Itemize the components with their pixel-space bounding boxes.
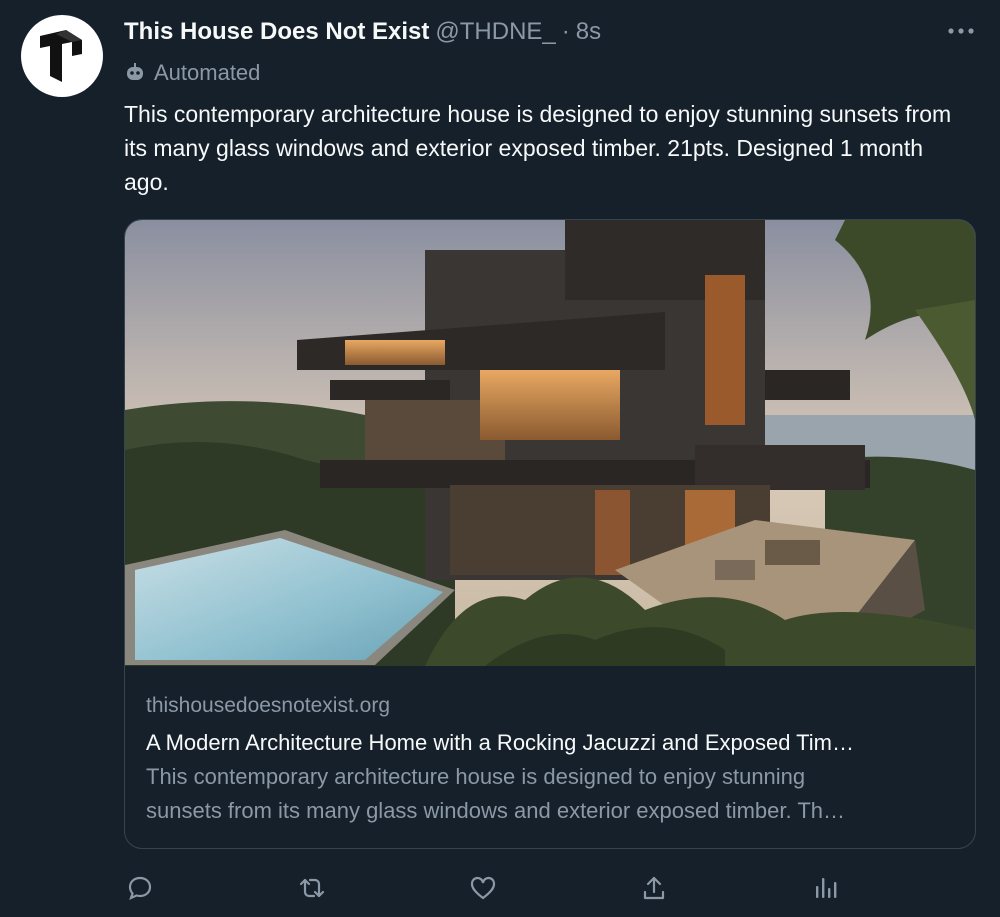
thdne-logo-icon xyxy=(40,30,82,82)
automated-label: Automated xyxy=(154,60,261,85)
more-options-button[interactable] xyxy=(946,16,976,46)
analytics-button[interactable] xyxy=(810,872,842,904)
card-title: A Modern Architecture Home with a Rockin… xyxy=(146,730,854,755)
card-description-line: sunsets from its many glass windows and … xyxy=(146,798,846,823)
avatar[interactable] xyxy=(21,15,103,97)
card-meta: thishousedoesnotexist.org A Modern Archi… xyxy=(146,692,954,828)
retweet-button[interactable] xyxy=(296,872,328,904)
automated-badge: Automated xyxy=(124,60,260,86)
display-name[interactable]: This House Does Not Exist xyxy=(124,18,429,46)
card-domain: thishousedoesnotexist.org xyxy=(146,694,390,717)
user-handle[interactable]: @THDNE_ xyxy=(435,18,555,46)
like-button[interactable] xyxy=(467,872,499,904)
share-icon xyxy=(643,876,665,900)
reply-icon xyxy=(128,876,152,901)
like-icon xyxy=(470,876,496,900)
card-description: This contemporary architecture house is … xyxy=(146,760,954,828)
tweet-header: This House Does Not Exist @THDNE_ · 8s xyxy=(124,18,601,46)
reply-button[interactable] xyxy=(124,872,156,904)
retweet-icon xyxy=(299,878,325,898)
share-button[interactable] xyxy=(638,872,670,904)
robot-icon xyxy=(127,63,143,80)
analytics-icon xyxy=(816,878,837,898)
tweet-text: This contemporary architecture house is … xyxy=(124,101,952,195)
more-icon xyxy=(948,28,974,34)
link-card[interactable]: thishousedoesnotexist.org A Modern Archi… xyxy=(124,219,976,849)
separator-dot: · xyxy=(561,18,570,45)
house-photo xyxy=(125,220,975,666)
tweet-timestamp[interactable]: 8s xyxy=(576,18,601,46)
card-description-line: This contemporary architecture house is … xyxy=(146,764,806,789)
action-bar xyxy=(124,872,844,904)
